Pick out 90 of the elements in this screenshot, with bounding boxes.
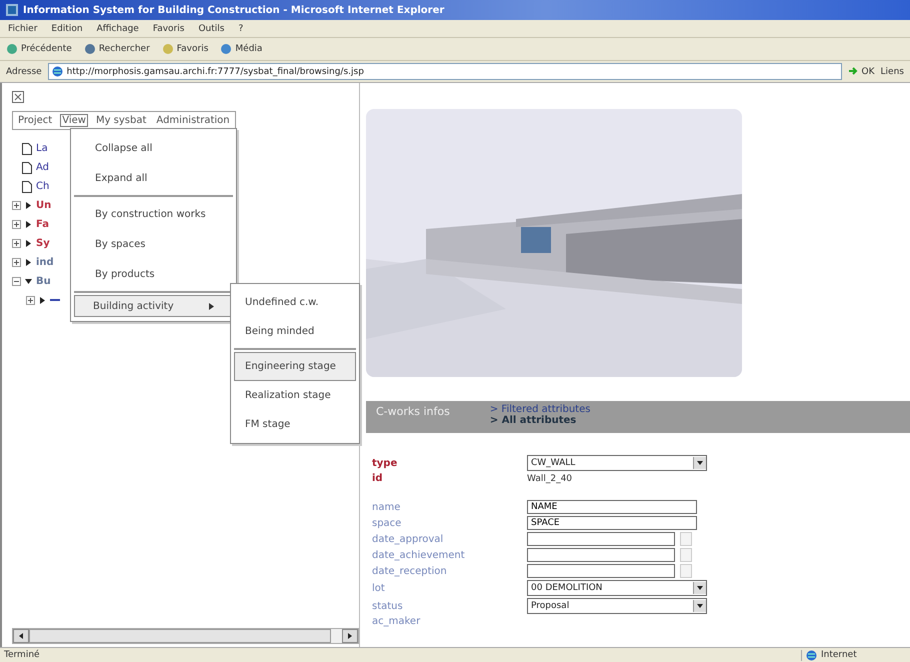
menu-item[interactable]: By spaces xyxy=(74,229,233,259)
zone-label: Internet xyxy=(821,650,857,660)
expand-icon[interactable] xyxy=(12,201,21,210)
browser-icon xyxy=(6,4,18,16)
collapse-icon[interactable] xyxy=(12,277,21,286)
caret-right-icon xyxy=(209,302,214,310)
toolbar-button[interactable]: Média xyxy=(220,43,262,55)
menu-item[interactable]: Realization stage xyxy=(234,381,356,410)
tree-item[interactable]: ind xyxy=(36,257,54,268)
document-icon xyxy=(22,142,32,154)
field-label: id xyxy=(372,473,384,484)
arrow-icon xyxy=(848,66,859,77)
status-text: Terminé xyxy=(4,650,40,660)
tree-item[interactable]: Un xyxy=(36,200,52,211)
dropdown-button[interactable] xyxy=(693,582,706,594)
field-label: name xyxy=(372,502,402,512)
panel-title: C-works infos xyxy=(376,405,450,418)
select-field[interactable]: CW_WALL xyxy=(527,455,707,471)
menu-item[interactable]: ? xyxy=(238,24,244,34)
globe-icon xyxy=(52,66,63,77)
select-field[interactable]: 00 DEMOLITION xyxy=(527,580,707,596)
expand-icon[interactable] xyxy=(12,220,21,229)
window-title: Information System for Building Construction - Microsoft Internet Explorer xyxy=(23,4,444,16)
menu-item[interactable]: Fichier xyxy=(8,24,38,34)
field-value: Wall_2_40 xyxy=(527,474,574,484)
field-label: date_achievement xyxy=(372,550,466,560)
document-icon xyxy=(22,162,32,174)
submenu-item[interactable]: Building activity xyxy=(74,295,233,317)
date-field[interactable] xyxy=(527,548,675,562)
dropdown-button[interactable] xyxy=(693,600,706,612)
menu-item[interactable]: Favoris xyxy=(152,24,184,34)
menu-tab[interactable]: View xyxy=(60,114,88,127)
caret-down-icon xyxy=(697,604,703,608)
address-label: Adresse xyxy=(6,66,42,76)
menu-item[interactable]: Expand all xyxy=(74,163,233,193)
input-field[interactable]: NAME xyxy=(527,500,697,514)
menu-tab[interactable]: Administration xyxy=(154,114,232,127)
tree-item[interactable]: La xyxy=(36,143,48,154)
globe-icon xyxy=(806,650,817,660)
date-field[interactable] xyxy=(527,532,675,546)
expand-icon[interactable] xyxy=(26,296,35,305)
dropdown-button[interactable] xyxy=(693,457,706,469)
menu-item[interactable]: By products xyxy=(74,259,233,289)
field-label: date_approval xyxy=(372,534,444,544)
menu-item[interactable]: Edition xyxy=(51,24,83,34)
document-icon xyxy=(22,180,32,192)
input-field[interactable]: SPACE xyxy=(527,516,697,530)
caret-down-icon xyxy=(697,586,703,590)
tree-item[interactable]: Ad xyxy=(36,162,50,173)
field-label: type xyxy=(372,458,398,468)
caret-down-icon xyxy=(697,461,703,465)
go-button[interactable]: OK xyxy=(848,66,875,77)
caret-right-icon xyxy=(348,633,352,639)
close-icon[interactable] xyxy=(12,91,24,103)
tree-item[interactable]: Sy xyxy=(36,238,50,249)
horizontal-scrollbar[interactable] xyxy=(12,628,359,644)
toolbar-icon xyxy=(162,43,174,55)
toolbar-icon xyxy=(220,43,232,55)
attributes-link[interactable]: > All attributes xyxy=(490,415,590,426)
expand-icon[interactable] xyxy=(12,258,21,267)
toolbar-icon xyxy=(6,43,18,55)
field-label: status xyxy=(372,600,404,612)
expand-icon[interactable] xyxy=(12,239,21,248)
menu-item[interactable]: FM stage xyxy=(234,410,356,439)
menu-item-label: Building activity xyxy=(93,300,174,312)
toolbar-button[interactable]: Rechercher xyxy=(84,43,150,55)
select-field[interactable]: Proposal xyxy=(527,598,707,614)
links-label[interactable]: Liens xyxy=(880,66,904,76)
menu-item[interactable]: Undefined c.w. xyxy=(234,288,356,317)
field-label: lot xyxy=(372,582,386,594)
toolbar-button[interactable]: Favoris xyxy=(162,43,208,55)
menu-item[interactable]: Affichage xyxy=(96,24,139,34)
tree-item[interactable]: Ch xyxy=(36,181,50,192)
address-field[interactable]: http://morphosis.gamsau.archi.fr:7777/sysbat_final/browsing/s.jsp xyxy=(48,63,842,80)
field-label: space xyxy=(372,518,402,528)
toolbar-button[interactable]: Précédente xyxy=(6,43,72,55)
field-label: ac_maker xyxy=(372,616,422,627)
menu-item[interactable]: Being minded xyxy=(234,317,356,346)
caret-left-icon xyxy=(19,633,23,639)
date-field[interactable] xyxy=(527,564,675,578)
tree-item[interactable]: Bu xyxy=(36,276,51,287)
menu-tab[interactable]: My sysbat xyxy=(94,114,148,127)
menu-item[interactable]: Outils xyxy=(198,24,224,34)
menu-item[interactable]: Engineering stage xyxy=(234,352,356,381)
menu-item[interactable]: By construction works xyxy=(74,199,233,229)
tree-item[interactable]: Fa xyxy=(36,219,49,230)
menu-tab[interactable]: Project xyxy=(16,114,54,127)
menu-item[interactable]: Collapse all xyxy=(74,133,233,163)
field-label: date_reception xyxy=(372,566,448,576)
toolbar-icon xyxy=(84,43,96,55)
